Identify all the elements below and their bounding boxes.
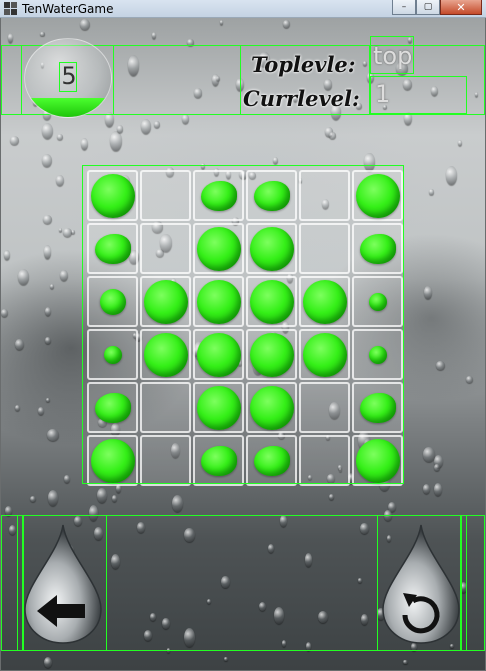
rain-drop (1, 308, 8, 317)
rain-drop (283, 20, 291, 29)
rain-drop (4, 250, 10, 260)
minimize-button[interactable]: – (392, 0, 416, 15)
rain-drop (43, 214, 52, 225)
top-level-value: top (373, 42, 413, 70)
rain-drop (41, 123, 53, 140)
rain-drop (154, 120, 160, 128)
rain-drop (47, 489, 58, 506)
rain-drop (42, 153, 53, 168)
rain-drop (434, 463, 440, 472)
rain-drop (44, 306, 51, 316)
rain-drop (40, 31, 45, 37)
current-level-badge: 5 (61, 62, 77, 90)
current-level-label: Currlevel: (243, 86, 360, 111)
rain-drop (422, 483, 431, 494)
rain-drop (14, 338, 25, 351)
rain-drop (38, 406, 45, 416)
rain-drop (56, 175, 64, 187)
rain-drop (63, 227, 73, 238)
rain-drop (171, 495, 183, 513)
rain-drop (110, 131, 123, 152)
close-button[interactable]: ✕ (440, 0, 482, 15)
window-titlebar: TenWaterGame – ▢ ✕ (0, 0, 486, 18)
rain-drop (9, 135, 19, 145)
rain-drop (17, 268, 30, 286)
rain-drop (60, 269, 69, 282)
rain-drop (140, 118, 152, 135)
rain-drop (181, 113, 189, 124)
rain-drop (403, 659, 408, 665)
rain-drop (59, 228, 63, 232)
rain-drop (116, 125, 124, 133)
rain-drop (457, 139, 462, 146)
rain-drop (224, 656, 228, 662)
rain-drop (81, 138, 89, 150)
rain-drop (220, 20, 224, 25)
app-icon (4, 2, 17, 15)
rain-drop (43, 656, 52, 669)
rain-drop (424, 286, 432, 299)
rain-drop (79, 18, 90, 30)
rain-drop (423, 447, 435, 462)
rain-drop (151, 31, 157, 39)
rain-drop (29, 496, 36, 503)
window-title: TenWaterGame (22, 2, 114, 16)
rain-drop (64, 475, 70, 484)
rain-drop (15, 405, 20, 412)
rain-drop (445, 165, 458, 185)
current-level-value: 1 (375, 80, 391, 108)
water-level-fill (25, 97, 111, 117)
rain-drop (112, 495, 117, 503)
restart-button[interactable] (379, 523, 463, 645)
rain-drop (46, 398, 50, 403)
rain-drop (435, 360, 445, 371)
back-button[interactable] (21, 523, 105, 645)
rain-drop (328, 493, 334, 500)
game-area: 5 Toplevle: Currlevel: top 1 (1, 18, 485, 670)
rain-drop (429, 188, 434, 196)
rain-drop (7, 33, 14, 44)
rain-drop (273, 156, 279, 165)
board-frame (82, 165, 404, 484)
rain-drop (57, 133, 63, 140)
rain-drop (97, 487, 108, 504)
rain-drop (43, 245, 52, 260)
rain-drop (434, 483, 443, 497)
maximize-button[interactable]: ▢ (416, 0, 440, 15)
rain-drop (49, 284, 54, 290)
top-level-label: Toplevle: (251, 52, 356, 77)
rain-drop (329, 132, 336, 139)
rain-drop (465, 375, 473, 384)
rain-drop (46, 428, 59, 441)
rain-drop (45, 337, 51, 345)
